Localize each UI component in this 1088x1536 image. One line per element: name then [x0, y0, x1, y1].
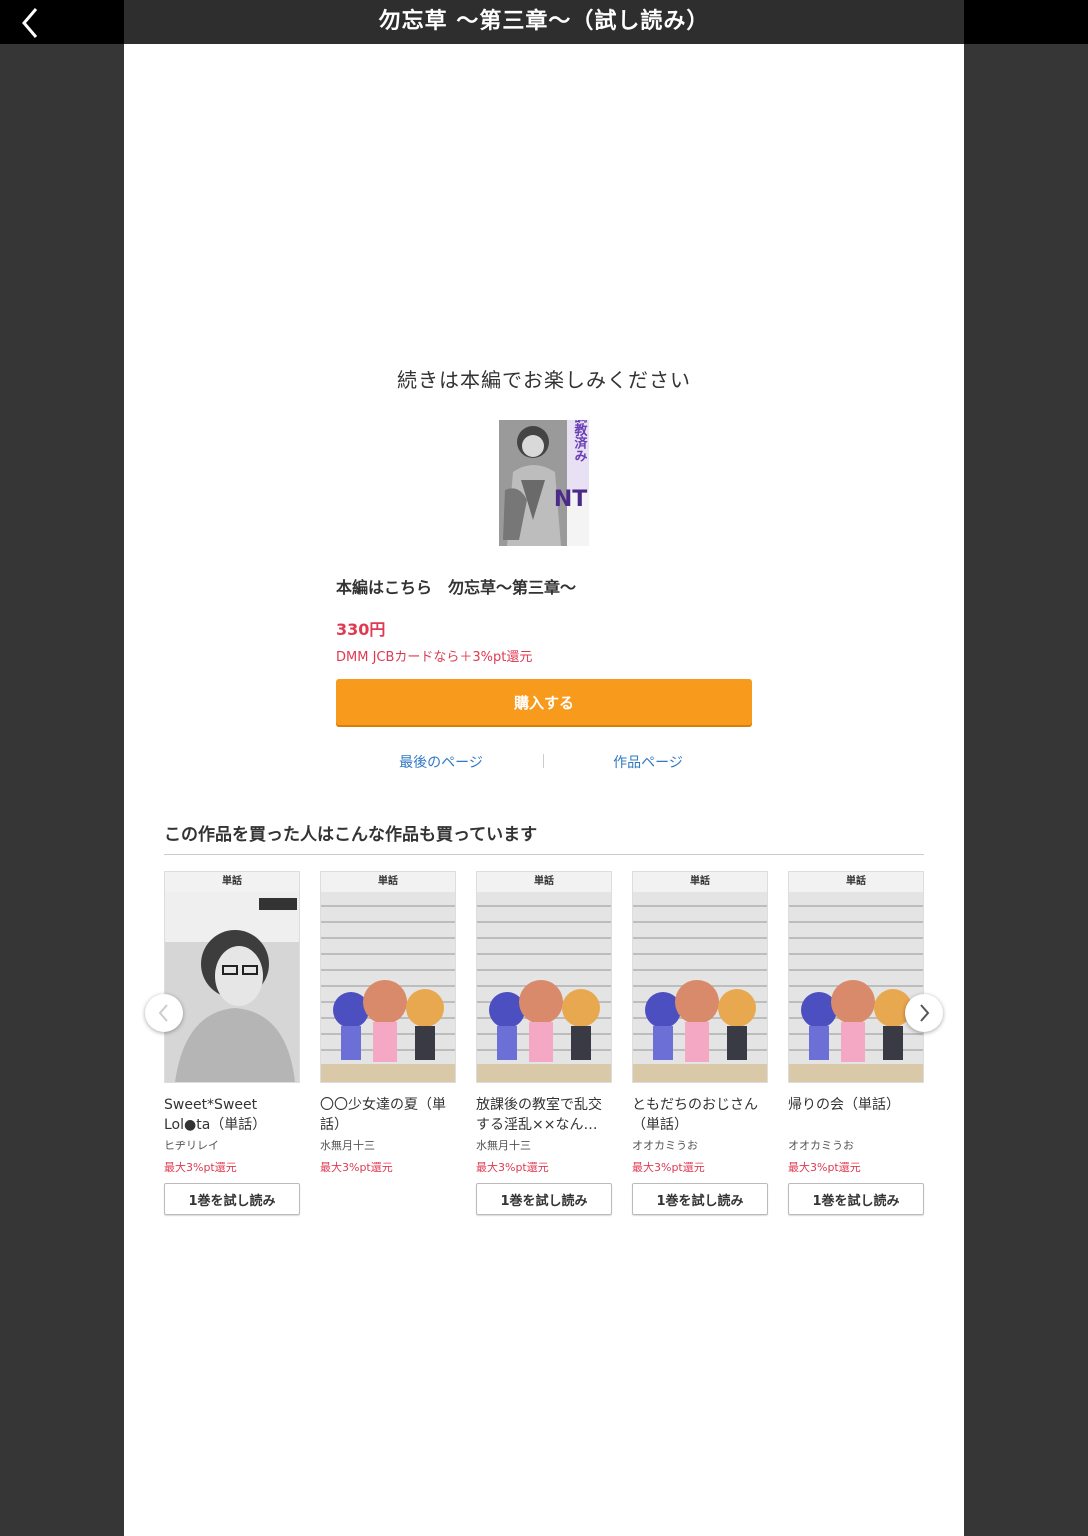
page-title: 勿忘草 〜第三章〜（試し読み） [378, 9, 710, 34]
card-author[interactable]: 水無月十三 [320, 1137, 456, 1153]
card-thumbnail[interactable]: 単話 [320, 871, 456, 1083]
card-thumbnail[interactable]: 単話 [476, 871, 612, 1083]
card-tag: 単話 [477, 872, 611, 892]
recommendations-heading: この作品を買った人はこんな作品も買っています [164, 825, 538, 845]
reader-end-page: 続きは本編でお楽しみください NTR 調教済み 本編はこちら 勿忘草〜第三章〜 … [124, 44, 964, 1536]
cover-art: NTR 調教済み [499, 420, 589, 546]
book-cover[interactable]: NTR 調教済み [499, 420, 589, 546]
chevron-left-icon [158, 1004, 168, 1022]
heading-divider [164, 854, 924, 855]
cover-art [633, 892, 767, 1082]
page-links: 最後のページ 作品ページ [336, 752, 752, 774]
card-title[interactable]: 帰りの会（単話） [788, 1095, 924, 1135]
trial-read-button[interactable]: 1巻を試し読み [632, 1183, 768, 1215]
card-points: 最大3%pt還元 [320, 1161, 393, 1174]
card-title[interactable]: 〇〇少女達の夏（単話） [320, 1095, 456, 1135]
cover-vertical-title: 調教済み [572, 420, 589, 462]
price: 330円 [336, 620, 386, 639]
buy-section: 本編はこちら 勿忘草〜第三章〜 330円 DMM JCBカードなら＋3%pt還元… [336, 574, 752, 725]
card-author[interactable]: 水無月十三 [476, 1137, 612, 1153]
card-points: 最大3%pt還元 [164, 1161, 237, 1174]
chevron-left-icon [22, 8, 38, 38]
chevron-right-icon [920, 1004, 930, 1022]
card-tag: 単話 [165, 872, 299, 892]
card-tag: 単話 [789, 872, 923, 892]
trial-read-button[interactable]: 1巻を試し読み [476, 1183, 612, 1215]
cover-art [321, 892, 455, 1082]
recommendation-card[interactable]: 単話 〇〇少女達の夏（単話） 水無月十三 最大3%pt還元 [320, 871, 456, 1175]
cover-art [789, 892, 923, 1082]
card-thumbnail[interactable]: 単話 [788, 871, 924, 1083]
last-page-link[interactable]: 最後のページ [356, 752, 526, 772]
carousel-next-button[interactable] [905, 994, 943, 1032]
recommendation-card[interactable]: 単話 放課後の教室で乱交する淫乱××なん… 水無月十三 最大3%pt還元 1巻を… [476, 871, 612, 1215]
recommendation-card[interactable]: 単話 ともだちのおじさん（単話） オオカミうお 最大3%pt還元 1巻を試し読み [632, 871, 768, 1215]
card-points: 最大3%pt還元 [476, 1161, 549, 1174]
cover-art [165, 892, 299, 1082]
recommendation-card[interactable]: 単話 Sweet*Sweet Lol●ta（単話） ヒヂリレイ 最大3%pt還元… [164, 871, 300, 1215]
card-author[interactable]: オオカミうお [632, 1137, 768, 1153]
card-points: 最大3%pt還元 [632, 1161, 705, 1174]
carousel-prev-button[interactable] [145, 994, 183, 1032]
card-tag: 単話 [321, 872, 455, 892]
card-thumbnail[interactable]: 単話 [164, 871, 300, 1083]
card-tag: 単話 [633, 872, 767, 892]
work-page-link[interactable]: 作品ページ [563, 752, 733, 772]
card-author[interactable]: オオカミうお [788, 1137, 924, 1153]
cover-title-ntr: NTR [554, 487, 589, 512]
card-thumbnail[interactable]: 単話 [632, 871, 768, 1083]
card-author[interactable]: ヒヂリレイ [164, 1137, 300, 1153]
back-button[interactable] [14, 6, 48, 40]
recommendation-card[interactable]: 単話 帰りの会（単話） オオカミうお 最大3%pt還元 1巻を試し読み [788, 871, 924, 1215]
trial-read-button[interactable]: 1巻を試し読み [164, 1183, 300, 1215]
card-title[interactable]: ともだちのおじさん（単話） [632, 1095, 768, 1135]
card-points: 最大3%pt還元 [788, 1161, 861, 1174]
card-title[interactable]: 放課後の教室で乱交する淫乱××なん… [476, 1095, 612, 1135]
cover-art [477, 892, 611, 1082]
full-edition-title: 本編はこちら 勿忘草〜第三章〜 [336, 578, 577, 597]
top-bar: 勿忘草 〜第三章〜（試し読み） [0, 0, 1088, 44]
card-title[interactable]: Sweet*Sweet Lol●ta（単話） [164, 1095, 300, 1135]
point-note: DMM JCBカードなら＋3%pt還元 [336, 650, 533, 665]
link-divider [543, 754, 544, 768]
continue-message: 続きは本編でお楽しみください [397, 368, 691, 392]
trial-read-button[interactable]: 1巻を試し読み [788, 1183, 924, 1215]
purchase-button[interactable]: 購入する [336, 679, 752, 725]
